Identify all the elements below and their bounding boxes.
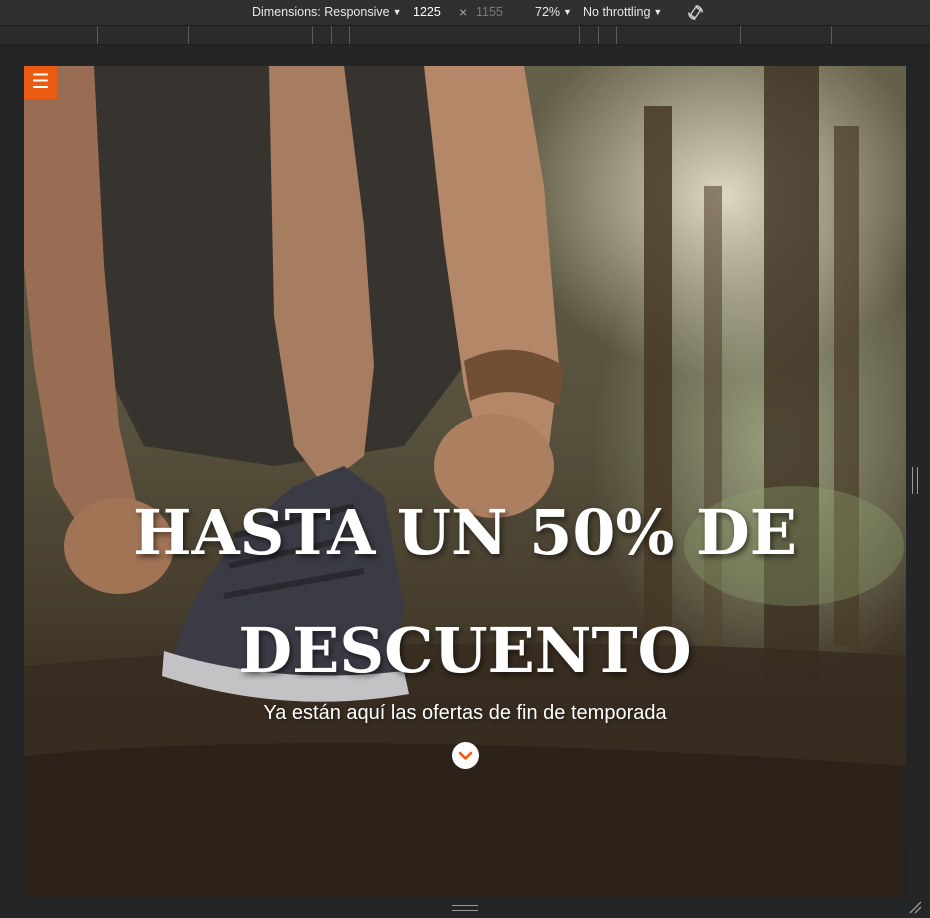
device-toolbar: Dimensions: Responsive ▼ 1225 × 1155 72% ▼…: [0, 0, 930, 26]
device-viewport: ☰ HASTA UN 50% DE DESCUENTO Ya están aqu…: [24, 66, 906, 897]
dimensions-dropdown[interactable]: Dimensions: Responsive ▼: [252, 5, 401, 19]
throttling-dropdown[interactable]: No throttling ▼: [583, 5, 662, 19]
corner-resize-handle[interactable]: [908, 900, 922, 914]
ruler-tick: [831, 26, 832, 44]
hamburger-menu-button[interactable]: ☰: [24, 66, 57, 99]
caret-down-icon: ▼: [392, 7, 402, 17]
throttling-label: No throttling: [583, 5, 651, 19]
dimensions-label: Dimensions: Responsive: [252, 5, 390, 19]
hero-subtitle: Ya están aquí las ofertas de fin de temp…: [263, 702, 667, 724]
ruler-tick: [349, 26, 350, 44]
media-query-bar[interactable]: [0, 26, 930, 45]
rotate-icon[interactable]: [686, 3, 705, 22]
chevron-down-icon: [458, 751, 473, 760]
hero-title: HASTA UN 50% DE DESCUENTO: [132, 496, 798, 687]
height-input[interactable]: 1155: [476, 5, 503, 19]
caret-down-icon: ▼: [653, 7, 663, 17]
right-resize-handle[interactable]: [912, 467, 918, 494]
zoom-label: 72%: [535, 5, 561, 19]
ruler-tick: [312, 26, 313, 44]
bottom-resize-handle[interactable]: [452, 905, 478, 911]
ruler-tick: [188, 26, 189, 44]
ruler-tick: [598, 26, 599, 44]
ruler-tick: [331, 26, 332, 44]
ruler-tick: [97, 26, 98, 44]
times-icon: ×: [459, 4, 468, 20]
zoom-dropdown[interactable]: 72% ▼: [535, 5, 572, 19]
caret-down-icon: ▼: [563, 7, 572, 17]
scroll-down-button[interactable]: [452, 742, 479, 769]
ruler-tick: [740, 26, 741, 44]
ruler-tick: [616, 26, 617, 44]
width-input[interactable]: 1225: [413, 5, 441, 19]
ruler-tick: [579, 26, 580, 44]
